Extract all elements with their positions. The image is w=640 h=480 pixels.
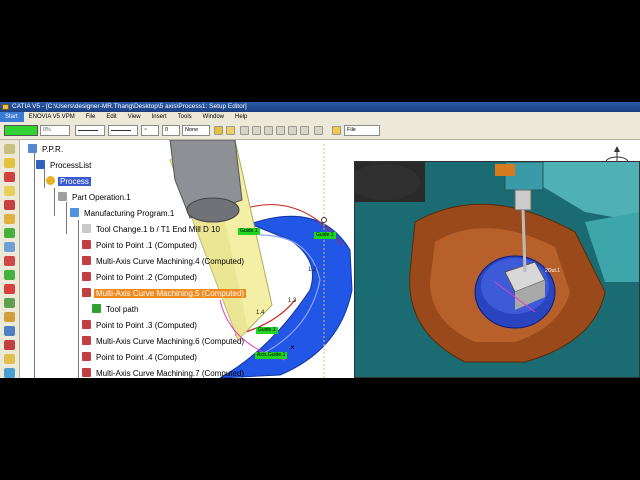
tool-icon-8[interactable] [4,242,15,252]
point-to-point-icon [82,240,91,249]
tool-icon-17[interactable] [4,368,15,378]
tool-icon-9[interactable] [4,256,15,266]
tree-item-ptp-3[interactable]: Point to Point .3 (Computed) [82,320,199,332]
zoom-out-icon[interactable] [288,126,297,135]
part-operation-icon [58,192,67,201]
tree-item-mac-4[interactable]: Multi-Axis Curve Machining.4 (Computed) [82,256,246,268]
spindle-nose [186,197,240,223]
painter-icon[interactable] [214,126,223,135]
tool-icon-3[interactable] [4,172,15,182]
axis-point [321,217,327,223]
tool-icon-4[interactable] [4,186,15,196]
tool-icon-1[interactable] [4,144,15,154]
pan-icon[interactable] [252,126,261,135]
tool-icon-15[interactable] [4,340,15,350]
tool-icon-6[interactable] [4,214,15,224]
axis-guide-tag[interactable]: Axis.Guide.1 [255,352,288,359]
transparency-dropdown[interactable]: 0% [40,125,70,136]
catia-window: CATIA V5 - [C:\Users\designer-MR.Thang\D… [0,102,640,378]
layer-number-dropdown[interactable]: 0 [162,125,180,136]
tree-item-ptp-1[interactable]: Point to Point .1 (Computed) [82,240,199,252]
menu-bar: Start ENOVIA V5 VPM File Edit View Insert Tool… [0,112,640,122]
line-thickness-dropdown[interactable] [75,125,105,136]
tool-icon-11[interactable] [4,284,15,294]
tree-process-list[interactable]: ProcessList [36,160,93,172]
tree-item-mac-6[interactable]: Multi-Axis Curve Machining.6 (Computed) [82,336,246,348]
process-icon [46,176,55,185]
process-list-icon [36,160,45,169]
folder-icon[interactable] [332,126,341,135]
inset-scene [355,162,639,377]
tree-process[interactable]: Process [46,176,91,188]
menu-tools[interactable]: Tools [173,112,198,122]
menu-enovia[interactable]: ENOVIA V5 VPM [24,112,81,122]
ppr-icon [28,144,37,153]
tree-program[interactable]: Manufacturing Program.1 [70,208,176,220]
tree-part-operation[interactable]: Part Operation.1 [58,192,133,204]
window-title: CATIA V5 - [C:\Users\designer-MR.Thang\D… [12,103,247,110]
multi-axis-icon [82,256,91,265]
graphic-properties-toolbar: 0% × 0 None File [0,122,640,140]
hide-show-icon[interactable] [314,126,323,135]
tool-change-icon [82,224,91,233]
point-label-1-4: 1.4 [256,310,265,316]
point-to-point-icon [82,320,91,329]
menu-start[interactable]: Start [0,112,24,122]
cross-mark: × [290,343,295,352]
program-icon [70,208,79,217]
machining-simulation-inset: 2Out.1 [354,161,640,378]
tree-item-ptp-2[interactable]: Point to Point .2 (Computed) [82,272,199,284]
zoom-in-icon[interactable] [276,126,285,135]
multi-axis-icon [82,368,91,377]
tree-root[interactable]: P.P.R. [28,144,65,156]
line-type-dropdown[interactable] [108,125,138,136]
point-to-point-icon [82,272,91,281]
menu-insert[interactable]: Insert [147,112,173,122]
tool-path-icon [92,304,101,313]
rotate-icon[interactable] [264,126,273,135]
tool-icon-7[interactable] [4,228,15,238]
guide-tag-3[interactable]: Guide.1 [256,327,278,334]
tree-item-tool-path[interactable]: Tool path [92,304,140,316]
tree-item-ptp-4[interactable]: Point to Point .4 (Computed) [82,352,199,364]
normal-view-icon[interactable] [300,126,309,135]
brush-icon[interactable] [226,126,235,135]
point-symbol-dropdown[interactable]: × [141,125,159,136]
color-picker[interactable] [4,125,38,136]
menu-help[interactable]: Help [230,112,253,122]
menu-file[interactable]: File [81,112,102,122]
tool-icon-5[interactable] [4,200,15,210]
left-vertical-toolbar [0,140,20,378]
tool-icon-10[interactable] [4,270,15,280]
guide-tag-2[interactable]: Guide.1 [314,232,336,239]
title-bar: CATIA V5 - [C:\Users\designer-MR.Thang\D… [0,102,640,112]
menu-view[interactable]: View [123,112,147,122]
selection-mode-dropdown[interactable]: File [344,125,380,136]
update-icon[interactable] [240,126,249,135]
multi-axis-icon [82,288,91,297]
layer-dropdown[interactable]: None [182,125,210,136]
menu-window[interactable]: Window [198,112,230,122]
point-to-point-icon [82,352,91,361]
tree-tool-change[interactable]: Tool Change.1 b / T1 End Mill D 10 [82,224,222,236]
tree-item-mac-5[interactable]: Multi-Axis Curve Machining.5 (Computed) [82,288,247,300]
multi-axis-icon [82,336,91,345]
point-label-1-2: 1.2 [308,267,317,273]
point-label-1-3: 1.3 [288,298,297,304]
catia-app-icon [2,104,9,110]
tool-icon-2[interactable] [4,158,15,168]
tree-item-mac-7[interactable]: Multi-Axis Curve Machining.7 (Computed) [82,368,246,378]
tool-icon-12[interactable] [4,298,15,308]
tool-icon-16[interactable] [4,354,15,364]
3d-viewport[interactable]: × Guide.1 Guide.1 Guide.1 Axis.Guide.1 1… [20,140,640,378]
inset-label: 2Out.1 [545,268,561,274]
tool-icon-13[interactable] [4,312,15,322]
menu-edit[interactable]: Edit [101,112,122,122]
tool-icon-14[interactable] [4,326,15,336]
guide-tag-1[interactable]: Guide.1 [238,228,260,235]
